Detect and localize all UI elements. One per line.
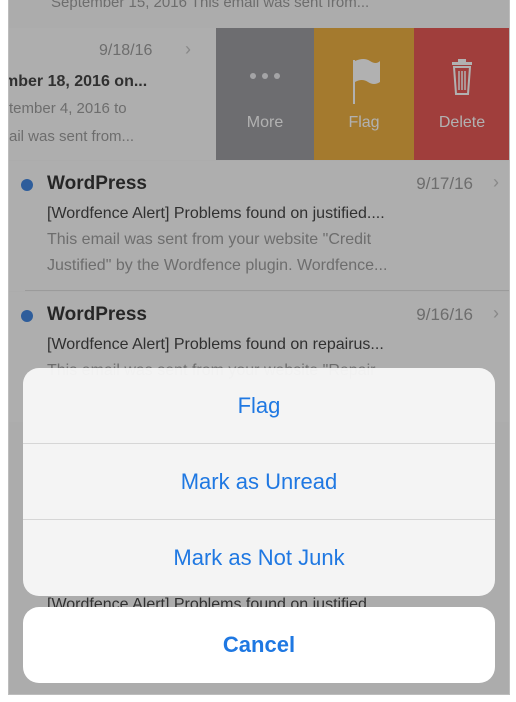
action-sheet: Flag Mark as Unread Mark as Not Junk [23, 368, 495, 596]
mail-screen: September 15, 2016 This email was sent f… [8, 0, 510, 695]
mark-as-not-junk-option[interactable]: Mark as Not Junk [23, 520, 495, 596]
flag-option[interactable]: Flag [23, 368, 495, 444]
cancel-button[interactable]: Cancel [23, 607, 495, 683]
mark-as-unread-option[interactable]: Mark as Unread [23, 444, 495, 520]
